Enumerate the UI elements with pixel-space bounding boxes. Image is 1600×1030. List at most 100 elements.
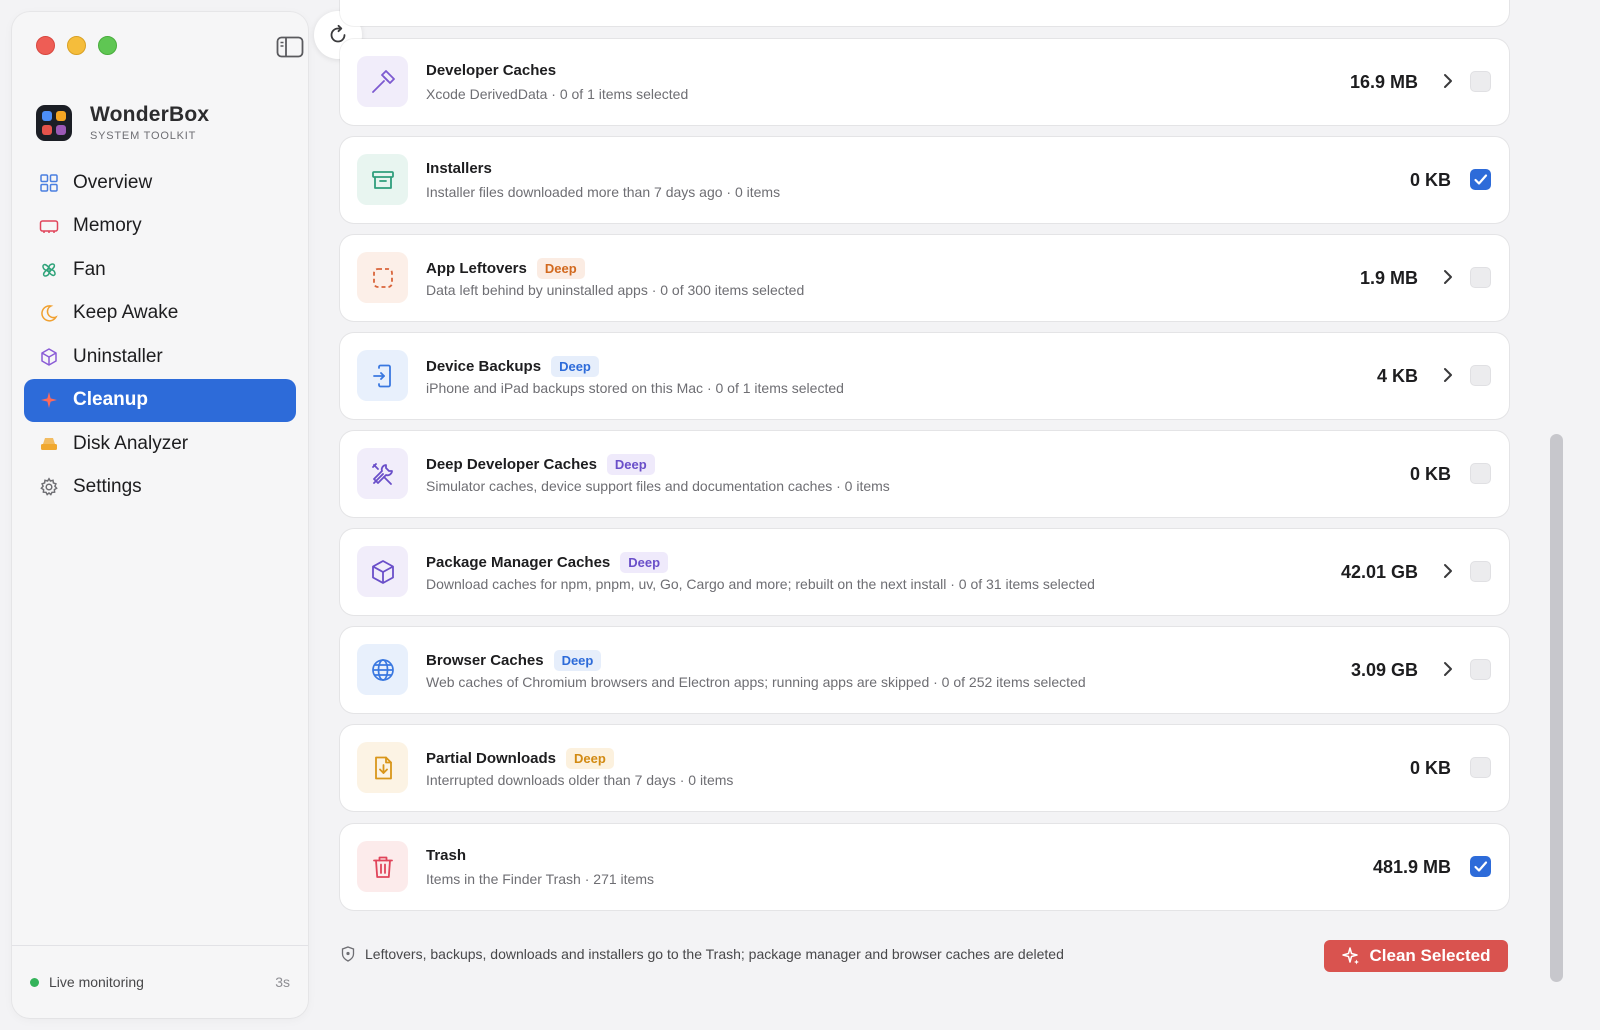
icon-tile bbox=[357, 350, 408, 401]
icon-tile bbox=[357, 742, 408, 793]
item-subtitle: Download caches for npm, pnpm, uv, Go, C… bbox=[426, 576, 1095, 592]
item-checkbox[interactable] bbox=[1470, 169, 1491, 190]
cleanup-item[interactable]: Package Manager Caches Deep Download cac… bbox=[340, 529, 1509, 615]
item-checkbox[interactable] bbox=[1470, 659, 1491, 680]
sidebar-nav: Overview Memory Fan Keep Awake Uninstall… bbox=[24, 161, 296, 509]
cleanup-item[interactable]: Browser Caches Deep Web caches of Chromi… bbox=[340, 627, 1509, 713]
cleanup-item-partial bbox=[340, 0, 1509, 26]
item-size: 3.09 GB bbox=[1350, 660, 1418, 680]
item-size: 0 KB bbox=[1409, 170, 1451, 190]
deep-badge: Deep bbox=[606, 454, 655, 475]
sidebar-item-cleanup[interactable]: Cleanup bbox=[24, 378, 296, 422]
icon-tile bbox=[357, 56, 408, 107]
item-checkbox[interactable] bbox=[1470, 757, 1491, 778]
zoom-window-button[interactable] bbox=[98, 36, 117, 55]
item-size: 0 KB bbox=[1409, 758, 1451, 778]
item-title: Device Backups bbox=[426, 358, 542, 375]
hammer-icon bbox=[371, 69, 395, 93]
item-title: Trash bbox=[426, 847, 467, 864]
sidebar-item-label: Memory bbox=[73, 215, 142, 236]
minimize-window-button[interactable] bbox=[67, 36, 86, 55]
download-file-icon bbox=[374, 756, 392, 779]
checkmark-icon bbox=[1474, 861, 1488, 872]
sidebar-item-fan[interactable]: Fan bbox=[24, 248, 296, 291]
device-backup-icon bbox=[372, 364, 391, 387]
item-title: Deep Developer Caches bbox=[426, 456, 597, 473]
cleanup-item[interactable]: Device Backups Deep iPhone and iPad back… bbox=[340, 333, 1509, 419]
footer-note-text: Leftovers, backups, downloads and instal… bbox=[365, 946, 1064, 962]
sidebar-item-overview[interactable]: Overview bbox=[24, 161, 296, 204]
cube-icon bbox=[41, 347, 57, 366]
chevron-right-icon[interactable] bbox=[1441, 72, 1455, 90]
sidebar-item-settings[interactable]: Settings bbox=[24, 466, 296, 509]
sidebar-item-label: Uninstaller bbox=[73, 345, 163, 367]
cleanup-footer-note: Leftovers, backups, downloads and instal… bbox=[341, 946, 1064, 962]
item-checkbox[interactable] bbox=[1470, 267, 1491, 288]
gear-icon bbox=[40, 477, 58, 496]
clean-selected-button[interactable]: Clean Selected bbox=[1324, 940, 1508, 972]
item-title: Installers bbox=[426, 160, 492, 177]
item-checkbox[interactable] bbox=[1470, 561, 1491, 582]
chevron-right-icon[interactable] bbox=[1441, 366, 1455, 384]
cleanup-item[interactable]: Developer Caches Xcode DerivedData · 0 o… bbox=[340, 39, 1509, 125]
deep-badge: Deep bbox=[553, 650, 602, 671]
deep-badge: Deep bbox=[536, 258, 585, 279]
live-status-dot bbox=[30, 977, 39, 987]
chevron-right-icon[interactable] bbox=[1441, 562, 1455, 580]
archive-icon bbox=[371, 170, 394, 189]
refresh-interval: 3s bbox=[275, 974, 290, 990]
item-subtitle: Simulator caches, device support files a… bbox=[426, 478, 890, 494]
item-subtitle: Xcode DerivedData · 0 of 1 items selecte… bbox=[426, 86, 689, 102]
item-checkbox[interactable] bbox=[1470, 463, 1491, 484]
icon-tile bbox=[357, 841, 408, 892]
item-title: Developer Caches bbox=[426, 62, 557, 79]
app-subtitle: SYSTEM TOOLKIT bbox=[90, 130, 197, 142]
item-size: 42.01 GB bbox=[1340, 562, 1418, 582]
item-checkbox[interactable] bbox=[1470, 365, 1491, 386]
sidebar-item-label: Overview bbox=[73, 171, 153, 193]
checkmark-icon bbox=[1474, 174, 1488, 185]
sidebar-item-label: Settings bbox=[73, 476, 142, 497]
item-subtitle: iPhone and iPad backups stored on this M… bbox=[426, 380, 844, 396]
sidebar-item-label: Cleanup bbox=[73, 389, 148, 410]
chevron-right-icon[interactable] bbox=[1441, 660, 1455, 678]
cleanup-item[interactable]: App Leftovers Deep Data left behind by u… bbox=[340, 235, 1509, 321]
cleanup-item[interactable]: Partial Downloads Deep Interrupted downl… bbox=[340, 725, 1509, 811]
app-logo bbox=[36, 104, 72, 141]
sidebar-toggle-icon[interactable] bbox=[276, 36, 304, 58]
scrollbar-thumb[interactable] bbox=[1550, 434, 1563, 982]
fan-icon bbox=[42, 262, 56, 277]
memory-icon bbox=[39, 220, 59, 233]
package-icon bbox=[371, 559, 394, 584]
icon-tile bbox=[357, 644, 408, 695]
cleanup-item[interactable]: Deep Developer Caches Deep Simulator cac… bbox=[340, 431, 1509, 517]
close-window-button[interactable] bbox=[36, 36, 55, 55]
cleanup-item[interactable]: Trash Items in the Finder Trash · 271 it… bbox=[340, 824, 1509, 910]
sidebar-item-keep-awake[interactable]: Keep Awake bbox=[24, 292, 296, 335]
item-checkbox[interactable] bbox=[1470, 71, 1491, 92]
item-subtitle: Items in the Finder Trash · 271 items bbox=[426, 871, 654, 887]
icon-tile bbox=[357, 546, 408, 597]
grid-icon bbox=[40, 173, 58, 192]
sidebar-item-memory[interactable]: Memory bbox=[24, 205, 296, 248]
icon-tile bbox=[357, 154, 408, 205]
deep-badge: Deep bbox=[551, 356, 599, 377]
globe-icon bbox=[371, 658, 394, 681]
item-subtitle: Installer files downloaded more than 7 d… bbox=[426, 184, 781, 200]
window-controls bbox=[36, 36, 117, 55]
item-size: 16.9 MB bbox=[1349, 72, 1418, 92]
item-checkbox[interactable] bbox=[1470, 856, 1491, 877]
sidebar-item-uninstaller[interactable]: Uninstaller bbox=[24, 335, 296, 378]
brand: WonderBox SYSTEM TOOLKIT bbox=[36, 103, 209, 142]
sidebar: WonderBox SYSTEM TOOLKIT Overview Memory… bbox=[12, 12, 308, 1018]
item-title: Package Manager Caches bbox=[426, 554, 611, 571]
item-subtitle: Interrupted downloads older than 7 days … bbox=[426, 772, 734, 788]
cleanup-item[interactable]: Installers Installer files downloaded mo… bbox=[340, 137, 1509, 223]
app-name: WonderBox bbox=[90, 103, 210, 126]
chevron-right-icon[interactable] bbox=[1441, 268, 1455, 286]
sidebar-item-disk-analyzer[interactable]: Disk Analyzer bbox=[24, 422, 296, 465]
icon-tile bbox=[357, 252, 408, 303]
item-subtitle: Data left behind by uninstalled apps · 0… bbox=[426, 282, 805, 298]
tools-icon bbox=[371, 462, 393, 485]
sparkle-icon bbox=[41, 392, 57, 408]
